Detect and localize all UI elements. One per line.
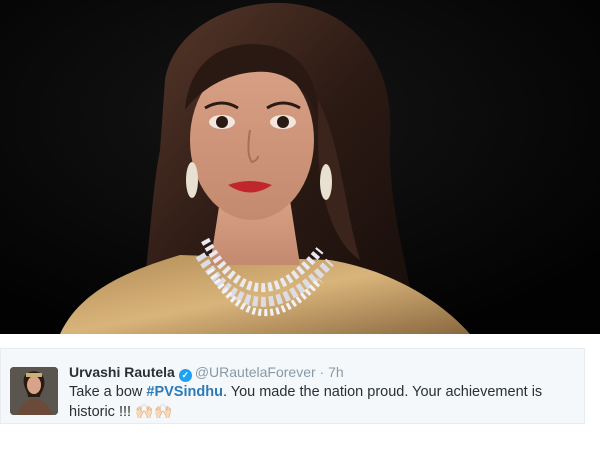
news-photo (0, 0, 600, 334)
portrait-photo (0, 0, 600, 334)
display-name[interactable]: Urvashi Rautela (69, 364, 175, 380)
hashtag-link[interactable]: #PVSindhu (146, 384, 223, 400)
user-handle[interactable]: @URautelaForever (195, 364, 316, 380)
verified-badge-icon: ✓ (178, 369, 192, 382)
user-avatar-icon (10, 367, 58, 415)
avatar[interactable] (10, 367, 58, 415)
tweet-timestamp[interactable]: 7h (328, 364, 344, 380)
spacer (0, 334, 600, 348)
tweet-header: Urvashi Rautela ✓ @URautelaForever · 7h (69, 364, 344, 382)
tweet-text-before: Take a bow (69, 384, 147, 400)
tweet-text: Take a bow #PVSindhu. You made the natio… (69, 382, 569, 422)
separator-dot: · (319, 364, 325, 380)
tweet-card[interactable]: Urvashi Rautela ✓ @URautelaForever · 7h Ta… (0, 348, 585, 424)
raised-hands-emoji-icon: 🙌🏻🙌🏻 (135, 404, 174, 420)
